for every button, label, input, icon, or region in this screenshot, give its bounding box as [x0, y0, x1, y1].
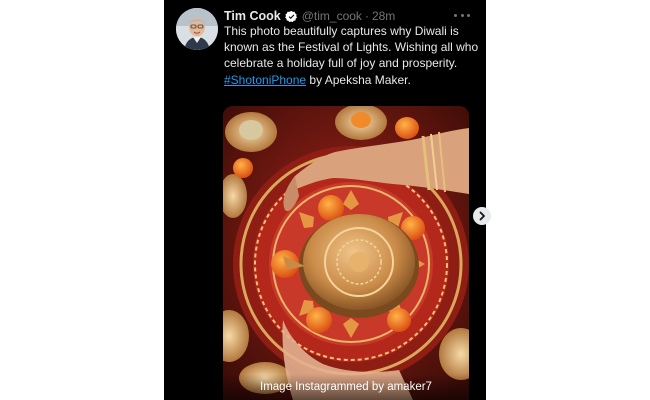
author-avatar[interactable] [176, 8, 218, 50]
tweet-text-body: This photo beautifully captures why Diwa… [224, 24, 479, 71]
tweet-text: This photo beautifully captures why Diwa… [224, 23, 480, 88]
photo-caption: Image Instagrammed by amaker7 [223, 374, 469, 400]
diwali-photo-illustration [223, 106, 469, 400]
author-name[interactable]: Tim Cook [224, 9, 281, 23]
tweet-photo[interactable]: Image Instagrammed by amaker7 [223, 106, 469, 400]
author-handle[interactable]: @tim_cook [302, 9, 362, 23]
separator-dot: · [364, 9, 369, 23]
hashtag-link[interactable]: #ShotoniPhone [224, 73, 306, 87]
tweet-header: Tim Cook @tim_cook · 28m [224, 8, 395, 24]
chevron-right-icon [479, 211, 485, 221]
verified-badge-icon [284, 10, 297, 22]
next-image-button[interactable] [473, 207, 491, 225]
tweet-text-credit: by Apeksha Maker. [306, 72, 411, 87]
more-options-icon[interactable] [454, 9, 470, 21]
tweet-timestamp[interactable]: 28m [372, 9, 395, 23]
